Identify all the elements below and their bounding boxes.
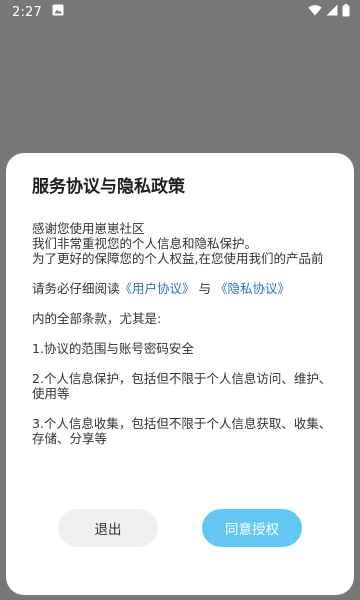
user-agreement-link[interactable]: 《用户协议》 [120, 281, 195, 296]
privacy-dialog: 服务协议与隐私政策 感谢您使用崽崽社区 我们非常重视您的个人信息和隐私保护。 为… [6, 153, 354, 595]
screen: 2:27 服务协议与隐私政策 感谢您使用崽崽社区 我们非常重视您的个人信息和隐私… [0, 0, 360, 600]
status-left: 2:27 [12, 4, 64, 20]
connector-text: 与 [198, 281, 212, 296]
status-time: 2:27 [12, 4, 42, 20]
privacy-policy-link[interactable]: 《隐私协议》 [215, 281, 290, 296]
status-right [308, 3, 350, 21]
image-notification-icon [52, 4, 64, 20]
exit-button[interactable]: 退出 [58, 509, 158, 547]
intro-line: 为了更好的保障您的个人权益,在您使用我们的产品前 [32, 251, 324, 266]
policy-point: 3.个人信息收集，包括但不限于个人信息获取、收集、存储、分享等 [32, 416, 332, 446]
intro-line: 我们非常重视您的个人信息和隐私保护。 [32, 236, 258, 251]
read-prefix: 请务必仔细阅读 [32, 281, 120, 296]
dialog-title: 服务协议与隐私政策 [32, 177, 185, 197]
agree-button[interactable]: 同意授权 [202, 509, 302, 547]
policy-point: 2.个人信息保护，包括但不限于个人信息访问、维护、使用等 [32, 371, 332, 401]
cell-signal-icon [326, 4, 338, 20]
intro-line: 感谢您使用崽崽社区 [32, 221, 145, 236]
read-agreements-line: 请务必仔细阅读《用户协议》 与 《隐私协议》 [32, 281, 332, 296]
policy-point: 1.协议的范围与账号密码安全 [32, 341, 194, 356]
dialog-actions: 退出 同意授权 [6, 509, 354, 547]
battery-icon [342, 3, 350, 21]
terms-intro: 内的全部条款，尤其是: [32, 311, 162, 326]
dialog-body: 感谢您使用崽崽社区 我们非常重视您的个人信息和隐私保护。 为了更好的保障您的个人… [32, 221, 332, 446]
status-bar: 2:27 [0, 0, 360, 24]
wifi-icon [308, 4, 322, 20]
